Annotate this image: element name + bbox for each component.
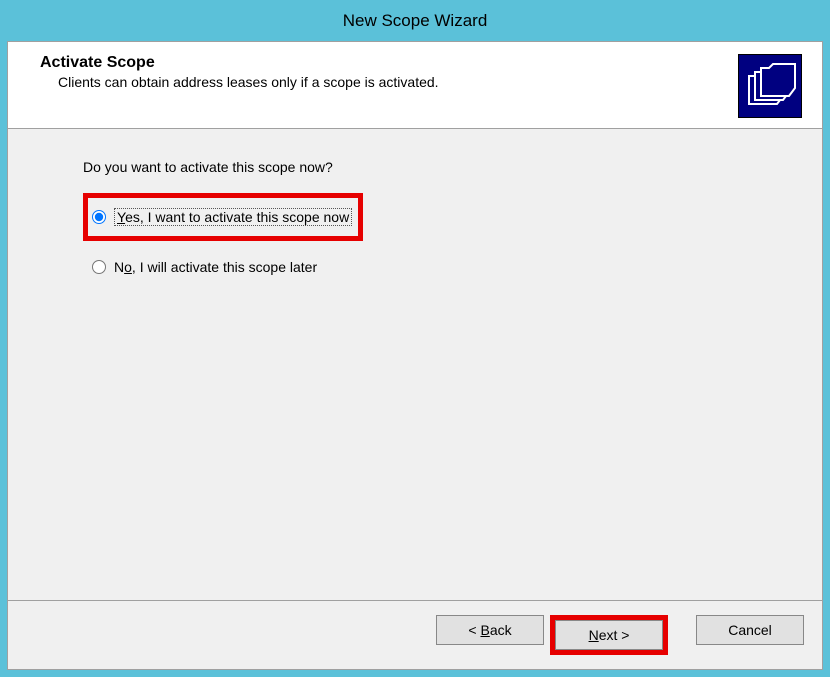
- button-gap: [674, 615, 690, 655]
- back-button[interactable]: < Back: [436, 615, 544, 645]
- highlight-next-button: Next >: [550, 615, 668, 655]
- radio-yes-mnemonic: Y: [117, 209, 125, 225]
- radio-no-text: , I will activate this scope later: [132, 259, 317, 275]
- window-title: New Scope Wizard: [7, 7, 823, 41]
- wizard-header: Activate Scope Clients can obtain addres…: [8, 42, 822, 129]
- radio-yes-text: es, I want to activate this scope now: [125, 209, 349, 225]
- radio-no-prefix: N: [114, 259, 124, 275]
- header-heading: Activate Scope: [40, 54, 439, 72]
- wizard-content: Activate Scope Clients can obtain addres…: [7, 41, 823, 670]
- radio-option-no[interactable]: No, I will activate this scope later: [83, 255, 762, 279]
- button-bar: < Back Next > Cancel: [8, 600, 822, 669]
- wizard-body: Do you want to activate this scope now? …: [8, 129, 822, 600]
- wizard-window: New Scope Wizard Activate Scope Clients …: [0, 0, 830, 677]
- radio-yes-label[interactable]: Yes, I want to activate this scope now: [114, 208, 352, 226]
- folder-icon: [738, 54, 802, 118]
- highlight-yes-option: Yes, I want to activate this scope now: [83, 193, 363, 241]
- next-button[interactable]: Next >: [555, 620, 663, 650]
- cancel-button[interactable]: Cancel: [696, 615, 804, 645]
- radio-yes[interactable]: [92, 210, 106, 224]
- header-text: Activate Scope Clients can obtain addres…: [40, 54, 439, 90]
- question-text: Do you want to activate this scope now?: [83, 159, 762, 175]
- radio-no-label[interactable]: No, I will activate this scope later: [114, 259, 317, 275]
- header-subtext: Clients can obtain address leases only i…: [58, 74, 439, 90]
- radio-no-mnemonic: o: [124, 259, 132, 275]
- radio-no[interactable]: [92, 260, 106, 274]
- radio-option-yes[interactable]: Yes, I want to activate this scope now: [88, 204, 358, 230]
